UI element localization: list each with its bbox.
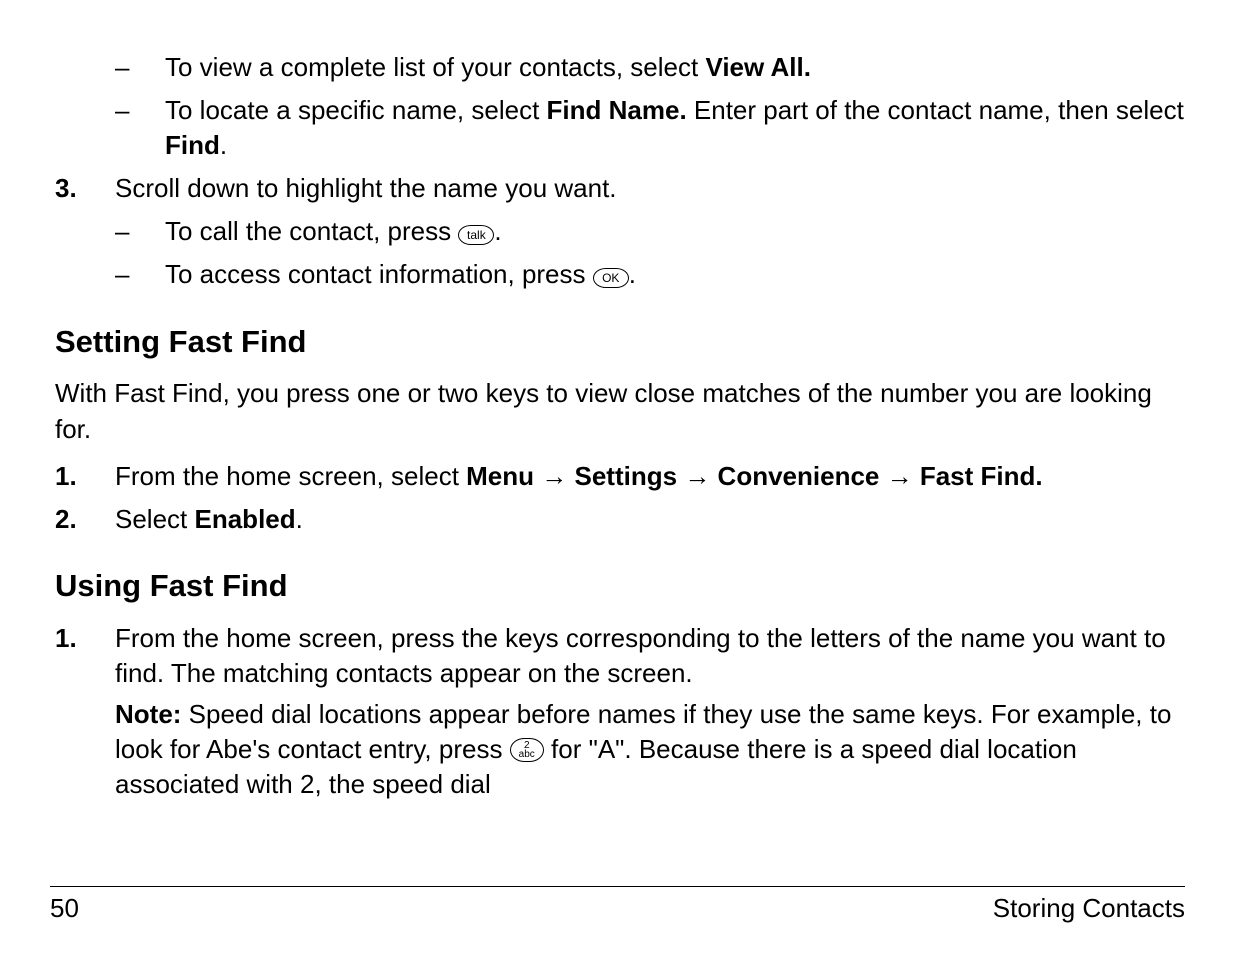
text: To locate a specific name, select	[165, 95, 547, 125]
talk-key-icon: talk	[458, 225, 494, 245]
step-marker: 1.	[55, 459, 115, 494]
setting-step-1: 1. From the home screen, select Menu → S…	[50, 459, 1185, 494]
menu-path-0: Menu	[466, 461, 534, 491]
step-text: From the home screen, press the keys cor…	[115, 621, 1185, 802]
sub-item-text: To locate a specific name, select Find N…	[165, 93, 1185, 163]
sub-item-text: To call the contact, press talk.	[165, 214, 1185, 249]
dash-marker: –	[115, 93, 165, 163]
dash-marker: –	[115, 50, 165, 85]
text: Enter part of the contact name, then sel…	[694, 95, 1184, 125]
arrow-icon: →	[887, 461, 913, 491]
dash-marker: –	[115, 257, 165, 292]
step-marker: 3.	[55, 171, 115, 206]
arrow-icon: →	[541, 461, 567, 491]
bold-text: Find Name.	[547, 95, 694, 125]
sub-item-text: To access contact information, press OK.	[165, 257, 1185, 292]
bold-text: View All.	[705, 52, 811, 82]
text: From the home screen, press the keys cor…	[115, 621, 1185, 691]
text: .	[629, 259, 636, 289]
step-text: Scroll down to highlight the name you wa…	[115, 171, 1185, 206]
note-label: Note:	[115, 699, 189, 729]
menu-path-3: Fast Find.	[920, 461, 1043, 491]
step-marker: 1.	[55, 621, 115, 802]
page-number: 50	[50, 893, 79, 924]
sub-item-find-name: – To locate a specific name, select Find…	[50, 93, 1185, 163]
step-text: From the home screen, select Menu → Sett…	[115, 459, 1185, 494]
step-3: 3. Scroll down to highlight the name you…	[50, 171, 1185, 206]
step-text: Select Enabled.	[115, 502, 1185, 537]
text: To access contact information, press	[165, 259, 593, 289]
icon-bottom: abc	[519, 750, 535, 759]
sub-item-access-info: – To access contact information, press O…	[50, 257, 1185, 292]
heading-setting-fast-find: Setting Fast Find	[50, 321, 1185, 363]
text: .	[220, 130, 227, 160]
step-marker: 2.	[55, 502, 115, 537]
sub-item-view-all: – To view a complete list of your contac…	[50, 50, 1185, 85]
text: .	[296, 504, 303, 534]
ok-key-icon: OK	[593, 268, 629, 288]
text: From the home screen, select	[115, 461, 466, 491]
setting-step-2: 2. Select Enabled.	[50, 502, 1185, 537]
bold-text: Find	[165, 130, 220, 160]
using-step-1: 1. From the home screen, press the keys …	[50, 621, 1185, 802]
two-abc-key-icon: 2abc	[510, 738, 544, 762]
section-title: Storing Contacts	[993, 893, 1185, 924]
text: To call the contact, press	[165, 216, 458, 246]
heading-using-fast-find: Using Fast Find	[50, 565, 1185, 607]
dash-marker: –	[115, 214, 165, 249]
note-block: Note: Speed dial locations appear before…	[115, 697, 1185, 802]
menu-path-1: Settings	[575, 461, 678, 491]
sub-item-text: To view a complete list of your contacts…	[165, 50, 1185, 85]
bold-text: Enabled	[195, 504, 296, 534]
text: .	[494, 216, 501, 246]
text: To view a complete list of your contacts…	[165, 52, 705, 82]
page-footer: 50 Storing Contacts	[50, 886, 1185, 924]
sub-item-call-contact: – To call the contact, press talk.	[50, 214, 1185, 249]
text: Select	[115, 504, 195, 534]
para-fast-find-intro: With Fast Find, you press one or two key…	[50, 376, 1185, 446]
menu-path-2: Convenience	[718, 461, 880, 491]
arrow-icon: →	[684, 461, 710, 491]
